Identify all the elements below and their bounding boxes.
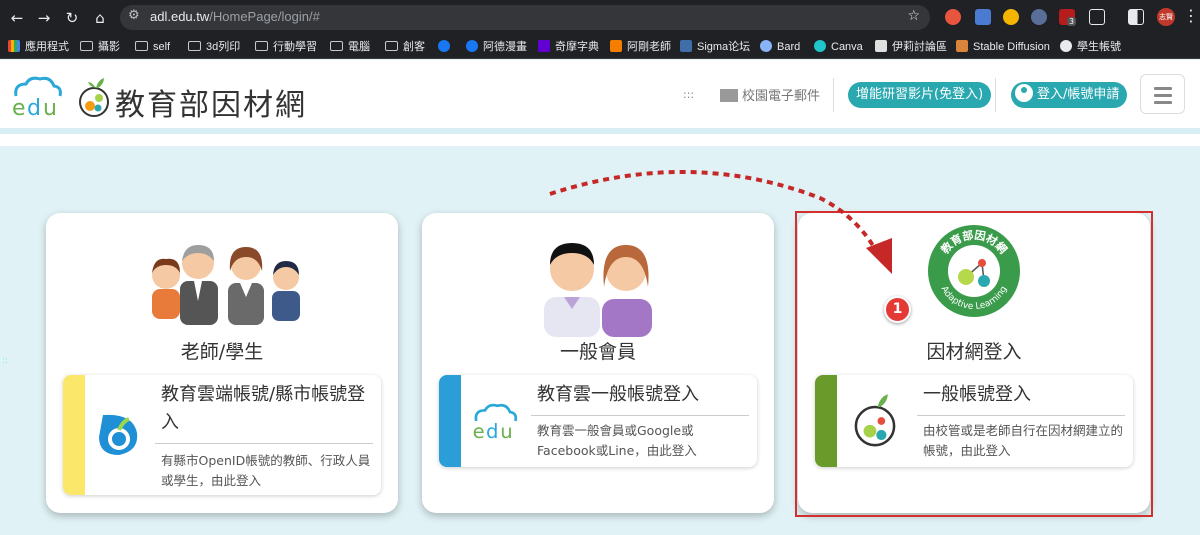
sigma-icon — [680, 40, 692, 52]
canva-icon — [814, 40, 826, 52]
back-icon[interactable]: ← — [7, 8, 27, 28]
svg-text:u: u — [500, 420, 512, 441]
stable-diffusion-icon — [956, 40, 968, 52]
bookmarks-bar: 應用程式 攝影 self 3d列印 行動學習 電腦 創客 阿德漫畫 奇摩字典 阿… — [0, 35, 1200, 59]
facebook-icon — [438, 40, 450, 52]
menu-button[interactable] — [1140, 74, 1185, 114]
openid-drop-icon — [99, 414, 138, 455]
timer-extension-icon[interactable] — [1003, 9, 1019, 25]
login-option-heading: 教育雲端帳號/縣市帳號登入 — [161, 384, 366, 433]
adaptive-learning-logo[interactable] — [70, 74, 114, 118]
facebook-icon — [466, 40, 478, 52]
svg-text:e: e — [12, 96, 26, 118]
bard-icon — [760, 40, 772, 52]
login-option-description: 有縣市OpenID帳號的教師、行政人員或學生，由此登入 — [161, 453, 371, 488]
folder-icon — [80, 41, 93, 51]
bookmark-eyny[interactable]: 伊莉討論區 — [875, 39, 947, 55]
globe-icon — [1060, 40, 1072, 52]
card-title: 一般會員 — [559, 341, 636, 363]
accent-bar — [63, 375, 85, 495]
bookmark-yahoo-dict[interactable]: 奇摩字典 — [538, 39, 599, 55]
svg-text:e: e — [473, 420, 485, 441]
folder-icon — [330, 41, 343, 51]
edu-cloud-logo[interactable]: e d u — [8, 74, 64, 118]
bookmark-blogger[interactable]: 阿剛老師 — [610, 39, 671, 55]
accent-bar — [439, 375, 461, 467]
user-icon — [1015, 84, 1033, 102]
card-title: 老師/學生 — [180, 341, 264, 363]
bookmark-star-icon[interactable]: ☆ — [907, 8, 920, 24]
bookmark-canva[interactable]: Canva — [814, 39, 863, 55]
apps-grid-icon — [8, 40, 20, 52]
svg-text:u: u — [43, 96, 57, 118]
accessibility-dots[interactable]: ::: — [683, 88, 694, 101]
yahoo-icon — [538, 40, 550, 52]
site-info-icon[interactable]: ⚙ — [128, 8, 140, 23]
folder-icon — [188, 41, 201, 51]
forward-icon[interactable]: → — [34, 8, 54, 28]
training-video-button[interactable]: 增能研習影片(免登入) — [848, 82, 992, 108]
divider — [155, 443, 373, 444]
extensions-puzzle-icon[interactable] — [1089, 9, 1105, 25]
bookmark-folder[interactable]: 3d列印 — [188, 39, 240, 55]
profile-avatar[interactable]: 志賢 — [1157, 8, 1175, 26]
address-bar[interactable]: ⚙ adl.edu.tw/HomePage/login/# ☆ — [120, 5, 930, 30]
bookmark-facebook[interactable] — [438, 39, 455, 55]
side-marker: :: — [2, 356, 9, 366]
bookmark-apps[interactable]: 應用程式 — [8, 39, 69, 55]
extension-icon[interactable] — [945, 9, 961, 25]
reload-icon[interactable]: ↻ — [62, 8, 82, 28]
browser-toolbar: ← → ↻ ⌂ ⚙ adl.edu.tw/HomePage/login/# ☆ … — [0, 0, 1200, 35]
bookmark-bard[interactable]: Bard — [760, 39, 800, 55]
divider — [531, 415, 749, 416]
bookmark-folder[interactable]: self — [135, 39, 170, 55]
translate-icon[interactable] — [975, 9, 991, 25]
cursor-extension-icon[interactable] — [1031, 9, 1047, 25]
header-separator — [833, 78, 834, 112]
edu-cloud-icon: e d u — [473, 403, 518, 441]
header-separator — [995, 78, 996, 112]
bookmark-stable-diffusion[interactable]: Stable Diffusion — [956, 39, 1050, 55]
bookmark-folder[interactable]: 攝影 — [80, 39, 120, 55]
bookmark-ade-comics[interactable]: 阿德漫畫 — [466, 39, 527, 55]
campus-mail-link[interactable]: 校園電子郵件 — [720, 85, 820, 104]
education-cloud-general-login-option[interactable]: e d u 教育雲一般帳號登入 教育雲一般會員或Google或Facebook或… — [439, 375, 757, 467]
folder-icon — [135, 41, 148, 51]
bookmark-folder[interactable]: 電腦 — [330, 39, 370, 55]
svg-text:d: d — [486, 420, 498, 441]
login-register-button[interactable]: 登入/帳號申請 — [1011, 82, 1128, 108]
home-icon[interactable]: ⌂ — [90, 8, 110, 28]
eyny-icon — [875, 40, 887, 52]
extension-badge: 3 — [1067, 17, 1077, 26]
blogger-icon — [610, 40, 622, 52]
browser-menu-icon[interactable]: ⋮ — [1183, 6, 1199, 25]
bookmark-folder[interactable]: 行動學習 — [255, 39, 317, 55]
teachers-students-illustration — [152, 245, 300, 325]
login-option-heading: 教育雲一般帳號登入 — [537, 384, 699, 405]
folder-icon — [385, 41, 398, 51]
curved-arrow-icon — [549, 169, 892, 274]
teacher-student-card: 老師/學生 教育雲端帳號/縣市帳號登入 有縣市OpenID帳號的教師、行政人員或… — [46, 213, 398, 513]
envelope-icon — [720, 89, 738, 102]
side-panel-icon[interactable] — [1128, 9, 1144, 25]
bookmark-student-account[interactable]: 學生帳號 — [1060, 39, 1121, 55]
education-cloud-login-option[interactable]: 教育雲端帳號/縣市帳號登入 有縣市OpenID帳號的教師、行政人員或學生，由此登… — [63, 375, 381, 495]
site-title[interactable]: 教育部因材網 — [115, 80, 307, 124]
login-option-description: 教育雲一般會員或Google或Facebook或Line，由此登入 — [537, 423, 697, 458]
url-text: adl.edu.tw/HomePage/login/# — [150, 9, 320, 24]
svg-text:d: d — [27, 96, 41, 118]
folder-icon — [255, 41, 268, 51]
bookmark-sigma[interactable]: Sigma论坛 — [680, 39, 750, 55]
step-number-badge: 1 — [884, 296, 911, 323]
bookmark-folder[interactable]: 創客 — [385, 39, 425, 55]
header-divider — [0, 128, 1200, 146]
